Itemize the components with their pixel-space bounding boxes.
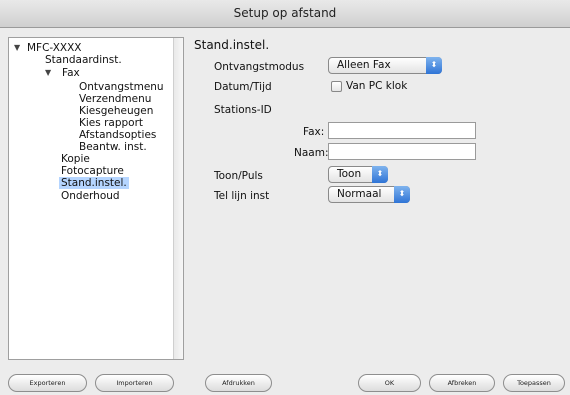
station-id-label: Stations-ID: [214, 104, 272, 116]
tone-pulse-select[interactable]: Toon ⬍: [328, 166, 388, 183]
tree-item-ontvangstmenu[interactable]: Ontvangstmenu: [79, 81, 164, 93]
tone-pulse-label: Toon/Puls: [214, 170, 263, 182]
tree-item-beantw-inst[interactable]: Beantw. inst.: [79, 141, 147, 153]
receive-mode-value: Alleen Fax: [337, 59, 391, 71]
expand-triangle-icon[interactable]: ▼: [45, 67, 51, 79]
tree-item-verzendmenu[interactable]: Verzendmenu: [79, 93, 151, 105]
name-label: Naam:: [294, 147, 329, 159]
tree-item-fax[interactable]: Fax: [62, 67, 80, 79]
expand-triangle-icon[interactable]: ▼: [14, 42, 20, 54]
date-time-label: Datum/Tijd: [214, 81, 272, 93]
tree-item-afstandsopties[interactable]: Afstandsopties: [79, 129, 156, 141]
line-setting-select[interactable]: Normaal ⬍: [328, 186, 410, 203]
pc-clock-checkbox[interactable]: [331, 81, 342, 92]
ok-button[interactable]: OK: [358, 374, 421, 392]
tree-item-onderhoud[interactable]: Onderhoud: [61, 190, 120, 202]
tree-item-kiesgeheugen[interactable]: Kiesgeheugen: [79, 105, 153, 117]
popup-arrows-icon: ⬍: [426, 57, 442, 74]
tree-item-stand-instel[interactable]: Stand.instel.: [59, 177, 129, 189]
popup-arrows-icon: ⬍: [372, 166, 388, 183]
window-title-bar: Setup op afstand: [0, 0, 570, 28]
pc-clock-label[interactable]: Van PC klok: [346, 80, 407, 92]
line-label: Tel lijn inst: [214, 190, 270, 202]
panel-title: Stand.instel.: [194, 38, 270, 52]
tree-item-standaardinst[interactable]: Standaardinst.: [45, 54, 122, 66]
line-setting-value: Normaal: [337, 188, 382, 200]
tree-item-root[interactable]: MFC-XXXX: [27, 42, 81, 54]
import-button[interactable]: Importeren: [95, 374, 174, 392]
tree-scrollbar[interactable]: [173, 38, 183, 359]
popup-arrows-icon: ⬍: [394, 186, 410, 203]
apply-button[interactable]: Toepassen: [503, 374, 565, 392]
receive-mode-select[interactable]: Alleen Fax ⬍: [328, 57, 442, 74]
tree-item-fotocapture[interactable]: Fotocapture: [61, 165, 124, 177]
export-button[interactable]: Exporteren: [8, 374, 87, 392]
fax-field[interactable]: [328, 122, 476, 139]
name-field[interactable]: [328, 143, 476, 160]
tree-item-kopie[interactable]: Kopie: [61, 153, 90, 165]
receive-mode-label: Ontvangstmodus: [214, 61, 305, 73]
fax-label: Fax:: [303, 126, 325, 138]
settings-tree[interactable]: ▼ MFC-XXXX Standaardinst. ▼ Fax Ontvangs…: [8, 37, 184, 360]
tone-pulse-value: Toon: [337, 168, 362, 180]
print-button[interactable]: Afdrukken: [205, 374, 272, 392]
tree-item-kies-rapport[interactable]: Kies rapport: [79, 117, 143, 129]
cancel-button[interactable]: Afbreken: [429, 374, 495, 392]
window-title: Setup op afstand: [233, 6, 337, 20]
